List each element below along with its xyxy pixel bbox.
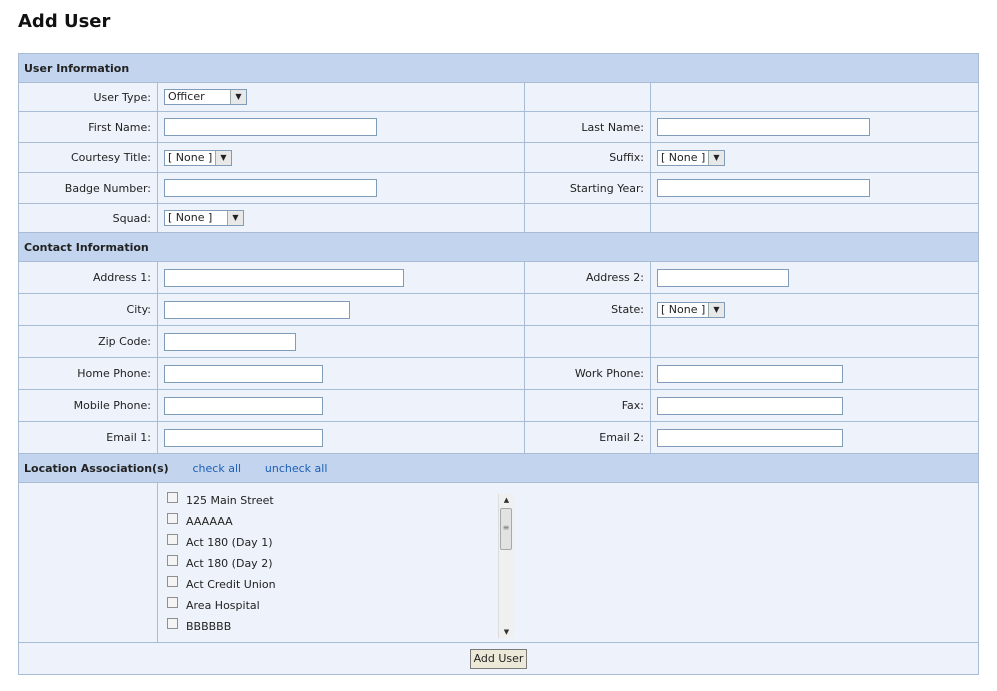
section-header-location-associations: Location Association(s) check all unchec… xyxy=(18,453,979,483)
location-item[interactable]: Area Hospital xyxy=(164,595,514,616)
squad-label: Squad: xyxy=(18,203,158,233)
add-user-form: User Information User Type: Officer ▼ Fi… xyxy=(18,53,979,675)
chevron-down-icon: ▼ xyxy=(230,90,246,104)
empty-cell xyxy=(650,82,979,112)
location-items: 125 Main Street AAAAAA Act 180 (Day 1) Act … xyxy=(164,490,514,637)
suffix-select[interactable]: [ None ] ▼ xyxy=(657,149,725,166)
zip-code-label: Zip Code: xyxy=(18,325,158,358)
starting-year-label: Starting Year: xyxy=(524,172,651,204)
location-checkbox[interactable] xyxy=(167,533,178,545)
section-header-user-information: User Information xyxy=(18,53,979,83)
chevron-down-icon: ▼ xyxy=(215,150,231,165)
home-phone-label: Home Phone: xyxy=(18,357,158,390)
courtesy-title-value: [ None ] xyxy=(168,150,213,164)
mobile-phone-input[interactable] xyxy=(164,396,323,415)
email1-label: Email 1: xyxy=(18,421,158,454)
location-list-scrollbar[interactable]: ▲ ≡ ▼ xyxy=(498,493,514,638)
last-name-input[interactable] xyxy=(657,118,870,136)
first-name-label: First Name: xyxy=(18,111,158,143)
address2-label: Address 2: xyxy=(524,261,651,294)
section-title: Location Association(s) xyxy=(24,461,169,475)
scroll-up-icon[interactable]: ▲ xyxy=(499,494,514,506)
location-item[interactable]: AAAAAA xyxy=(164,511,514,532)
work-phone-label: Work Phone: xyxy=(524,357,651,390)
user-type-value: Officer xyxy=(168,90,205,103)
last-name-label: Last Name: xyxy=(524,111,651,143)
scroll-down-icon[interactable]: ▼ xyxy=(499,626,514,638)
chevron-down-icon: ▼ xyxy=(708,150,724,165)
city-label: City: xyxy=(18,293,158,326)
location-list[interactable]: 125 Main Street AAAAAA Act 180 (Day 1) Act … xyxy=(164,490,514,638)
location-label: Act Credit Union xyxy=(186,577,276,591)
location-item[interactable]: Act 180 (Day 1) xyxy=(164,532,514,553)
user-type-select[interactable]: Officer ▼ xyxy=(164,89,247,105)
state-value: [ None ] xyxy=(661,302,706,316)
state-label: State: xyxy=(524,293,651,326)
address1-input[interactable] xyxy=(164,268,404,287)
check-all-link[interactable]: check all xyxy=(193,462,242,475)
suffix-label: Suffix: xyxy=(524,142,651,173)
uncheck-all-link[interactable]: uncheck all xyxy=(265,462,328,475)
address2-input[interactable] xyxy=(657,268,789,287)
suffix-value: [ None ] xyxy=(661,150,706,164)
section-title: Contact Information xyxy=(18,232,979,262)
starting-year-input[interactable] xyxy=(657,179,870,197)
mobile-phone-label: Mobile Phone: xyxy=(18,389,158,422)
home-phone-input[interactable] xyxy=(164,364,323,383)
fax-label: Fax: xyxy=(524,389,651,422)
address1-label: Address 1: xyxy=(18,261,158,294)
location-checkbox[interactable] xyxy=(167,575,178,587)
fax-input[interactable] xyxy=(657,396,843,415)
location-checkbox[interactable] xyxy=(167,617,178,629)
location-label: Act 180 (Day 2) xyxy=(186,556,273,570)
location-label: Act 180 (Day 1) xyxy=(186,535,273,549)
location-item[interactable]: Act Credit Union xyxy=(164,574,514,595)
user-type-label: User Type: xyxy=(18,82,158,112)
empty-cell xyxy=(650,325,979,358)
squad-value: [ None ] xyxy=(168,211,213,224)
location-checkbox[interactable] xyxy=(167,596,178,608)
chevron-down-icon: ▼ xyxy=(708,302,724,317)
email2-label: Email 2: xyxy=(524,421,651,454)
location-label: Area Hospital xyxy=(186,598,260,612)
location-item[interactable]: 125 Main Street xyxy=(164,490,514,511)
city-input[interactable] xyxy=(164,300,350,319)
empty-cell xyxy=(524,82,651,112)
badge-number-label: Badge Number: xyxy=(18,172,158,204)
email1-input[interactable] xyxy=(164,428,323,447)
section-header-contact-information: Contact Information xyxy=(18,232,979,262)
state-select[interactable]: [ None ] ▼ xyxy=(657,301,725,318)
location-checkbox[interactable] xyxy=(167,512,178,524)
location-item[interactable]: BBBBBB xyxy=(164,616,514,637)
email2-input[interactable] xyxy=(657,428,843,447)
work-phone-input[interactable] xyxy=(657,364,843,383)
page-title: Add User xyxy=(18,11,111,32)
location-label: AAAAAA xyxy=(186,514,233,528)
courtesy-title-select[interactable]: [ None ] ▼ xyxy=(164,149,232,166)
empty-cell xyxy=(18,482,158,643)
empty-cell xyxy=(524,203,651,233)
badge-number-input[interactable] xyxy=(164,179,377,197)
section-title: User Information xyxy=(18,53,979,83)
location-checkbox[interactable] xyxy=(167,491,178,503)
scroll-thumb[interactable]: ≡ xyxy=(500,507,512,550)
location-label: BBBBBB xyxy=(186,619,232,633)
location-label: 125 Main Street xyxy=(186,493,274,507)
empty-cell xyxy=(650,203,979,233)
empty-cell xyxy=(524,325,651,358)
first-name-input[interactable] xyxy=(164,118,377,136)
chevron-down-icon: ▼ xyxy=(227,211,243,225)
location-item[interactable]: Act 180 (Day 2) xyxy=(164,553,514,574)
squad-select[interactable]: [ None ] ▼ xyxy=(164,210,244,226)
location-checkbox[interactable] xyxy=(167,554,178,566)
add-user-button[interactable]: Add User xyxy=(469,648,528,669)
courtesy-title-label: Courtesy Title: xyxy=(18,142,158,173)
zip-code-input[interactable] xyxy=(164,332,296,351)
